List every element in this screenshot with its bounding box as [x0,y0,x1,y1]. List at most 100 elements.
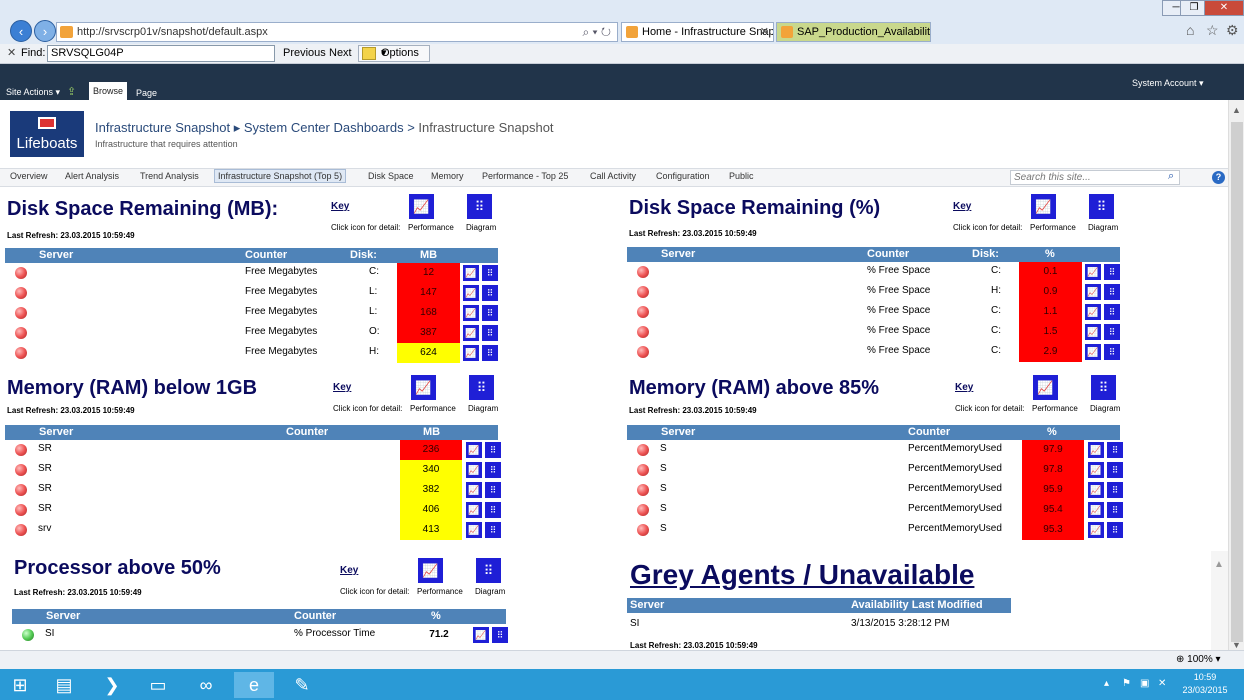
diagram-icon[interactable]: ⠿ [492,627,508,643]
disk-mb-key-link[interactable]: Key [331,201,349,212]
paint-icon[interactable]: ✎ [282,672,322,698]
visual-studio-icon[interactable]: ∞ [186,672,226,698]
nav-infrastructure-snapshot[interactable]: Infrastructure Snapshot (Top 5) [214,169,347,183]
inner-scroll-up-icon[interactable]: ▲ [1214,559,1224,570]
file-explorer-icon[interactable]: ▭ [138,672,178,698]
performance-chart-icon[interactable]: 📈 [1031,194,1056,219]
crumb-dashboards[interactable]: System Center Dashboards [244,120,404,135]
tab-page[interactable]: Page [136,84,157,102]
nav-public[interactable]: Public [729,171,754,181]
performance-chart-icon[interactable]: 📈 [1085,344,1101,360]
performance-chart-icon[interactable]: 📈 [463,285,479,301]
mem-gb-key-link[interactable]: Key [333,382,351,393]
diagram-icon[interactable]: ⠿ [485,502,501,518]
mem-pct-key-link[interactable]: Key [955,382,973,393]
performance-chart-icon[interactable]: 📈 [463,345,479,361]
performance-chart-icon[interactable]: 📈 [1085,264,1101,280]
scrollbar-thumb[interactable] [1231,122,1243,642]
diagram-icon[interactable]: ⠿ [1107,522,1123,538]
find-next-button[interactable]: Next [329,44,352,62]
search-icon[interactable]: ⌕ [1168,170,1174,183]
performance-chart-icon[interactable]: 📈 [409,194,434,219]
close-tab-icon[interactable]: ✕ [760,23,769,41]
nav-overview[interactable]: Overview [10,171,48,181]
diagram-icon[interactable]: ⠿ [1107,442,1123,458]
nav-memory[interactable]: Memory [431,171,464,181]
site-actions-menu[interactable]: Site Actions ▾ [6,87,60,98]
close-find-icon[interactable]: ✕ [7,44,16,62]
performance-chart-icon[interactable]: 📈 [411,375,436,400]
performance-chart-icon[interactable]: 📈 [1088,462,1104,478]
diagram-icon[interactable]: ⠿ [1104,324,1120,340]
performance-chart-icon[interactable]: 📈 [463,325,479,341]
performance-chart-icon[interactable]: 📈 [473,627,489,643]
diagram-icon[interactable]: ⠿ [1089,194,1114,219]
diagram-icon[interactable]: ⠿ [482,345,498,361]
account-menu[interactable]: System Account ▾ [1132,78,1204,89]
performance-chart-icon[interactable]: 📈 [466,442,482,458]
powershell-icon[interactable]: ❯ [92,672,132,698]
volume-tray-icon[interactable]: ✕ [1158,678,1166,689]
disk-pct-key-link[interactable]: Key [953,201,971,212]
tab-home[interactable]: Home - Infrastructure Snap... ✕ [621,22,774,42]
internet-explorer-icon[interactable]: e [234,672,274,698]
diagram-icon[interactable]: ⠿ [476,558,501,583]
nav-configuration[interactable]: Configuration [656,171,710,181]
find-input[interactable]: SRVSQLG04P [47,45,275,62]
performance-chart-icon[interactable]: 📈 [1085,284,1101,300]
favorites-star-icon[interactable]: ☆ [1206,22,1219,39]
nav-performance-top25[interactable]: Performance - Top 25 [482,171,568,181]
nav-disk-space[interactable]: Disk Space [368,171,414,181]
performance-chart-icon[interactable]: 📈 [463,265,479,281]
lifeboats-logo[interactable]: Lifeboats [10,111,84,157]
diagram-icon[interactable]: ⠿ [1104,304,1120,320]
system-clock[interactable]: 10:59 23/03/2015 [1180,671,1230,697]
performance-chart-icon[interactable]: 📈 [1088,522,1104,538]
diagram-icon[interactable]: ⠿ [1104,344,1120,360]
show-hidden-icons[interactable]: ▴ [1104,678,1109,689]
find-options-button[interactable]: Options ▾ [358,45,430,62]
grey-agents-title[interactable]: Grey Agents / Unavailable [630,559,974,591]
performance-chart-icon[interactable]: 📈 [466,462,482,478]
diagram-icon[interactable]: ⠿ [1107,462,1123,478]
network-tray-icon[interactable]: ▣ [1140,678,1149,689]
flag-tray-icon[interactable]: ⚑ [1122,678,1131,689]
performance-chart-icon[interactable]: 📈 [1085,304,1101,320]
nav-alert-analysis[interactable]: Alert Analysis [65,171,119,181]
scroll-up-icon[interactable]: ▲ [1232,105,1241,115]
find-previous-button[interactable]: Previous [283,44,326,62]
diagram-icon[interactable]: ⠿ [485,522,501,538]
performance-chart-icon[interactable]: 📈 [418,558,443,583]
site-search-input[interactable]: Search this site... [1010,170,1180,185]
cpu-key-link[interactable]: Key [340,565,358,576]
diagram-icon[interactable]: ⠿ [1091,375,1116,400]
scroll-down-icon[interactable]: ▼ [1232,640,1241,650]
diagram-icon[interactable]: ⠿ [485,442,501,458]
performance-chart-icon[interactable]: 📈 [466,522,482,538]
performance-chart-icon[interactable]: 📈 [463,305,479,321]
home-icon[interactable]: ⌂ [1186,22,1194,38]
performance-chart-icon[interactable]: 📈 [1085,324,1101,340]
tab-browse[interactable]: Browse [89,82,127,100]
search-refresh-icon[interactable]: ⌕ ▾ ↻ [582,23,611,41]
address-bar[interactable]: http://srvscrp01v/snapshot/default.aspx … [56,22,618,42]
settings-gear-icon[interactable]: ⚙ [1226,22,1239,39]
navigate-up-icon[interactable]: ⇪ [67,85,76,98]
diagram-icon[interactable]: ⠿ [485,462,501,478]
diagram-icon[interactable]: ⠿ [467,194,492,219]
diagram-icon[interactable]: ⠿ [469,375,494,400]
help-icon[interactable]: ? [1212,171,1225,184]
diagram-icon[interactable]: ⠿ [482,265,498,281]
windows-start-icon[interactable]: ⊞ [0,672,40,698]
nav-call-activity[interactable]: Call Activity [590,171,636,181]
diagram-icon[interactable]: ⠿ [1107,482,1123,498]
diagram-icon[interactable]: ⠿ [485,482,501,498]
diagram-icon[interactable]: ⠿ [1104,284,1120,300]
nav-trend-analysis[interactable]: Trend Analysis [140,171,199,181]
tab-sap[interactable]: SAP_Production_Availability [776,22,931,42]
server-manager-icon[interactable]: ▤ [44,672,84,698]
diagram-icon[interactable]: ⠿ [482,325,498,341]
forward-button[interactable]: › [34,20,56,42]
zoom-level[interactable]: ⊕ 100% ▾ [1176,654,1221,665]
performance-chart-icon[interactable]: 📈 [466,482,482,498]
